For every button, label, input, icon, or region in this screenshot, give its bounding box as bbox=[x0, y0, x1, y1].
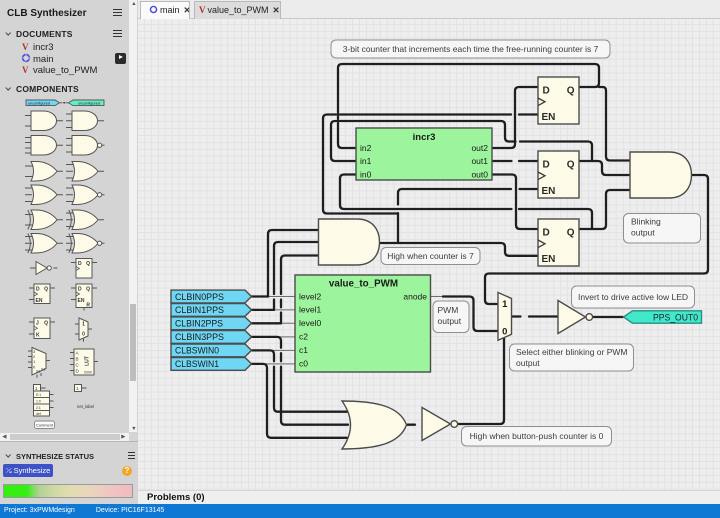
svg-text:Comment: Comment bbox=[36, 423, 54, 427]
svg-text:2:1: 2:1 bbox=[36, 406, 41, 410]
svg-text:CLBIN2PPS: CLBIN2PPS bbox=[175, 319, 223, 329]
svg-text:0: 0 bbox=[502, 326, 507, 337]
svg-text:Invert to drive active low LED: Invert to drive active low LED bbox=[578, 292, 688, 302]
svg-text:out0: out0 bbox=[471, 170, 488, 180]
svg-text:unconfigured: unconfigured bbox=[78, 101, 100, 105]
svg-text:net_label: net_label bbox=[77, 404, 94, 409]
svg-text:PPS_OUT0: PPS_OUT0 bbox=[653, 312, 698, 322]
svg-text:level0: level0 bbox=[299, 318, 321, 328]
svg-text:E:1: E:1 bbox=[36, 393, 41, 397]
svg-text:High when button-push counter: High when button-push counter is 0 bbox=[470, 431, 604, 441]
svg-text:level2: level2 bbox=[299, 291, 321, 301]
svg-text:EN: EN bbox=[542, 186, 556, 197]
svg-text:def: def bbox=[36, 412, 41, 416]
svg-text:level1: level1 bbox=[299, 305, 321, 315]
svg-text:in1: in1 bbox=[360, 156, 372, 166]
svg-text:CLBSWIN1: CLBSWIN1 bbox=[175, 359, 219, 369]
svg-text:c1: c1 bbox=[299, 345, 308, 355]
svg-text:out2: out2 bbox=[471, 143, 488, 153]
svg-text:in2: in2 bbox=[360, 143, 372, 153]
svg-text:output: output bbox=[438, 316, 462, 326]
svg-text:c2: c2 bbox=[299, 332, 308, 342]
svg-text:Q: Q bbox=[567, 86, 575, 97]
svg-text:1: 1 bbox=[502, 299, 508, 310]
svg-text:value_to_PWM: value_to_PWM bbox=[329, 279, 398, 290]
svg-text:PWM: PWM bbox=[438, 305, 459, 315]
svg-text:1:0: 1:0 bbox=[36, 400, 41, 404]
svg-text:CLBIN1PPS: CLBIN1PPS bbox=[175, 305, 224, 315]
svg-text:output: output bbox=[516, 358, 540, 368]
svg-text:c0: c0 bbox=[299, 359, 308, 369]
svg-text:output: output bbox=[631, 228, 655, 238]
svg-text:CLBIN0PPS: CLBIN0PPS bbox=[175, 292, 224, 302]
svg-text:Q: Q bbox=[567, 228, 575, 239]
svg-text:D: D bbox=[543, 160, 550, 171]
svg-text:Select either blinking or PWM: Select either blinking or PWM bbox=[516, 347, 628, 357]
svg-text:incr3: incr3 bbox=[413, 132, 436, 143]
svg-text:out1: out1 bbox=[471, 156, 488, 166]
svg-text:D: D bbox=[543, 228, 550, 239]
svg-text:Q: Q bbox=[567, 160, 575, 171]
svg-text:CLBIN3PPS: CLBIN3PPS bbox=[175, 332, 224, 342]
svg-text:anode: anode bbox=[403, 291, 427, 301]
svg-text:3-bit counter that increments: 3-bit counter that increments each time … bbox=[343, 44, 599, 54]
svg-text:unconfigured: unconfigured bbox=[28, 101, 50, 105]
svg-text:in0: in0 bbox=[360, 170, 372, 180]
svg-text:EN: EN bbox=[542, 254, 556, 265]
svg-text:EN: EN bbox=[542, 112, 556, 123]
svg-text:D: D bbox=[543, 86, 550, 97]
svg-text:CLBSWIN0: CLBSWIN0 bbox=[175, 346, 219, 356]
svg-text:Blinking: Blinking bbox=[631, 217, 661, 227]
svg-text:High when counter is 7: High when counter is 7 bbox=[387, 251, 474, 261]
